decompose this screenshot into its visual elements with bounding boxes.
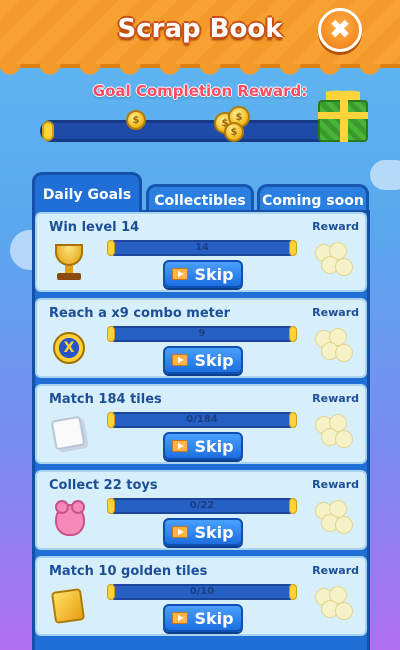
reward-label: Reward	[312, 564, 359, 577]
skip-label: Skip	[194, 608, 234, 628]
reward-label: Reward	[312, 306, 359, 319]
skip-button[interactable]: Skip	[163, 518, 243, 546]
skip-button[interactable]: Skip	[163, 604, 243, 632]
close-button[interactable]: ✖	[318, 8, 362, 52]
coin-reward-icon	[311, 326, 355, 370]
goal-title: Match 10 golden tiles	[49, 564, 208, 579]
goal-card: Match 10 golden tiles Reward 0/10 Skip	[35, 556, 367, 636]
coin-reward-icon	[311, 498, 355, 542]
skip-button[interactable]: Skip	[163, 346, 243, 374]
background-cloud	[370, 160, 400, 190]
tile-icon	[49, 414, 89, 454]
video-ad-icon	[172, 268, 189, 280]
goal-title: Reach a x9 combo meter	[49, 306, 231, 321]
teddy-bear-icon	[49, 500, 89, 540]
video-ad-icon	[172, 612, 189, 624]
goal-progress-cap	[42, 121, 54, 141]
reward-label: Reward	[312, 220, 359, 233]
trophy-icon	[49, 242, 89, 282]
video-ad-icon	[172, 354, 189, 366]
combo-coin-icon: X	[49, 328, 89, 368]
goal-progress-text: 0/22	[189, 500, 215, 511]
tab-label: Daily Goals	[42, 186, 132, 203]
coin-reward-icon	[311, 412, 355, 456]
video-ad-icon	[172, 526, 189, 538]
reward-label: Reward	[312, 478, 359, 491]
goal-progress-text: 14	[195, 242, 209, 253]
coin-reward-icon	[311, 240, 355, 284]
goal-progress-text: 0/10	[189, 586, 215, 597]
skip-button[interactable]: Skip	[163, 432, 243, 460]
video-ad-icon	[172, 440, 189, 452]
golden-tile-icon	[49, 586, 89, 626]
goal-card: Reach a x9 combo meter Reward X 9 Skip	[35, 298, 367, 378]
goal-card: Win level 14 Reward 14 Skip	[35, 212, 367, 292]
skip-button[interactable]: Skip	[163, 260, 243, 288]
close-icon: ✖	[329, 15, 351, 45]
goal-title: Win level 14	[49, 220, 140, 235]
tab-label: Coming soon	[262, 192, 364, 209]
skip-label: Skip	[194, 350, 234, 370]
milestone-coins-icon: $	[224, 122, 244, 142]
coin-reward-icon	[311, 584, 355, 628]
skip-label: Skip	[194, 436, 234, 456]
goal-title: Match 184 tiles	[49, 392, 162, 407]
milestone-coin-icon: $	[126, 110, 146, 130]
goal-progress-bar	[40, 120, 340, 142]
skip-label: Skip	[194, 264, 234, 284]
tab-label: Collectibles	[154, 192, 246, 209]
tab-daily-goals[interactable]: Daily Goals	[32, 172, 142, 214]
reward-label: Reward	[312, 392, 359, 405]
goal-card: Collect 22 toys Reward 0/22 Skip	[35, 470, 367, 550]
skip-label: Skip	[194, 522, 234, 542]
gift-box-icon[interactable]	[318, 100, 368, 142]
goal-title: Collect 22 toys	[49, 478, 158, 493]
goal-progress-text: 9	[198, 328, 206, 339]
goal-progress-text: 0/184	[186, 414, 218, 425]
goal-card: Match 184 tiles Reward 0/184 Skip	[35, 384, 367, 464]
